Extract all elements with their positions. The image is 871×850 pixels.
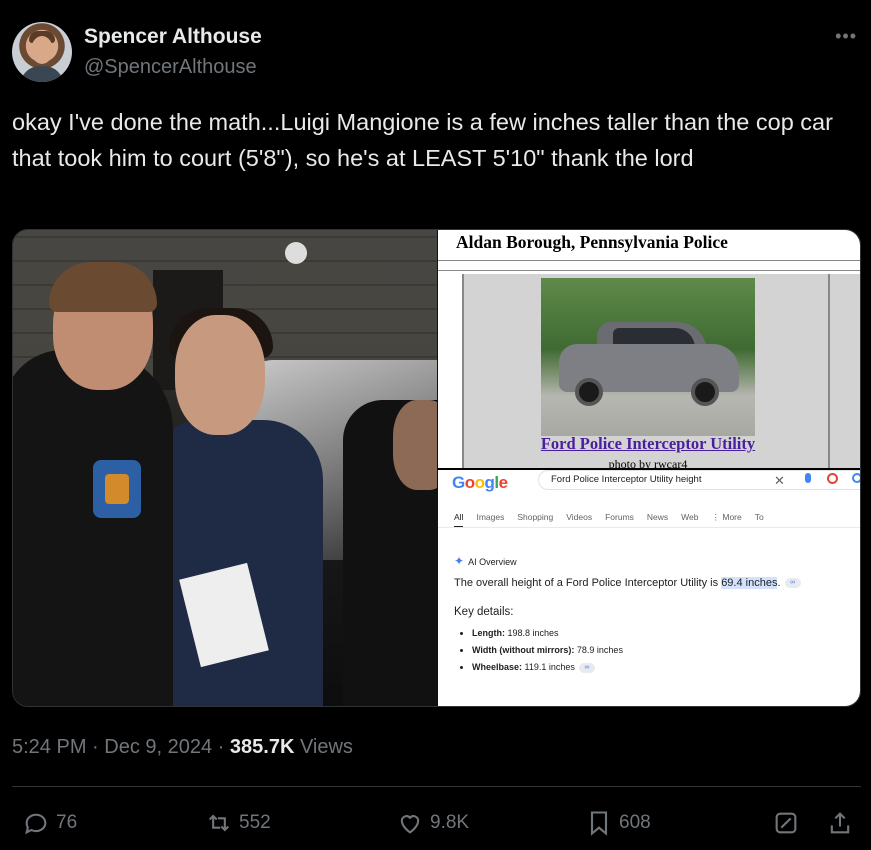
list-item: Length: 198.8 inches (472, 628, 623, 638)
google-search-input[interactable]: Ford Police Interceptor Utility height (538, 470, 860, 490)
key-details-list: Length: 198.8 inches Width (without mirr… (472, 628, 623, 680)
security-camera (285, 242, 307, 264)
repost-count: 552 (239, 812, 271, 833)
like-count: 9.8K (430, 812, 470, 833)
link-icon[interactable]: ∞ (578, 662, 595, 673)
timestamp[interactable]: 5:24 PM · Dec 9, 2024 · (12, 736, 230, 758)
tab-images[interactable]: Images (476, 512, 504, 522)
clear-icon[interactable]: ✕ (774, 473, 785, 489)
avatar[interactable] (12, 22, 72, 82)
bookmark-icon (590, 811, 608, 836)
author-name[interactable]: Spencer Althouse (84, 25, 262, 49)
repost-button[interactable]: 552 (205, 808, 271, 838)
list-item: Width (without mirrors): 78.9 inches (472, 645, 623, 655)
heart-icon (400, 815, 420, 834)
reply-count: 76 (56, 812, 78, 833)
divider (12, 786, 861, 787)
share-icon (830, 812, 850, 834)
tab-more[interactable]: ⋮ More (712, 512, 742, 522)
author-handle[interactable]: @SpencerAlthouse (84, 56, 257, 79)
google-tabs[interactable]: All Images Shopping Videos Forums News Web ⋮ Mo… (454, 512, 777, 528)
tab-web[interactable]: Web (681, 512, 698, 522)
repost-icon (208, 814, 230, 832)
google-logo: Google (452, 473, 508, 492)
lens-icon[interactable] (827, 473, 838, 484)
ai-answer: The overall height of a Ford Police Inte… (454, 577, 801, 589)
tab-news[interactable]: News (647, 512, 668, 522)
list-item: Wheelbase: 119.1 inches∞ (472, 662, 623, 673)
views-label: Views (294, 736, 353, 758)
share-button[interactable] (826, 808, 860, 838)
reply-icon (25, 813, 47, 835)
tab-videos[interactable]: Videos (566, 512, 592, 522)
reply-button[interactable]: 76 (22, 808, 77, 838)
search-icon[interactable] (852, 473, 860, 483)
answer-highlight: 69.4 inches (721, 577, 778, 589)
sparkle-icon: ✦ (454, 554, 465, 568)
tweet-meta: 5:24 PM · Dec 9, 2024 · 385.7K Views (12, 736, 353, 759)
mic-icon[interactable] (805, 473, 811, 483)
arrest-photo[interactable] (13, 230, 437, 706)
ai-overview-label: ✦ AI Overview (454, 554, 517, 568)
tab-forums[interactable]: Forums (605, 512, 634, 522)
police-webpage-screenshot[interactable]: Aldan Borough, Pennsylvania Police Ford … (438, 230, 860, 468)
link-icon[interactable]: ∞ (784, 578, 801, 589)
photo-credit: photo by rwcar4 (608, 457, 688, 468)
tab-tools[interactable]: To (755, 512, 764, 522)
tab-shopping[interactable]: Shopping (517, 512, 553, 522)
car-model-link[interactable]: Ford Police Interceptor Utility (464, 434, 832, 454)
bookmark-button[interactable]: 608 (585, 808, 651, 838)
more-dots-icon[interactable]: ••• (835, 26, 857, 47)
police-car-photo (541, 278, 755, 436)
grok-icon (775, 812, 797, 834)
tweet-text: okay I've done the math...Luigi Mangione… (12, 109, 833, 171)
google-search-screenshot[interactable]: Google Ford Police Interceptor Utility h… (438, 468, 860, 706)
bookmark-count: 608 (619, 812, 651, 833)
tab-all[interactable]: All (454, 512, 464, 528)
tweet-media[interactable]: Aldan Borough, Pennsylvania Police Ford … (12, 229, 861, 707)
police-patch (93, 460, 141, 518)
key-details-title: Key details: (454, 606, 514, 618)
grok-button[interactable] (772, 808, 806, 838)
like-button[interactable]: 9.8K (396, 808, 469, 838)
views-count: 385.7K (229, 736, 295, 758)
doc-title: Aldan Borough, Pennsylvania Police (456, 232, 728, 252)
